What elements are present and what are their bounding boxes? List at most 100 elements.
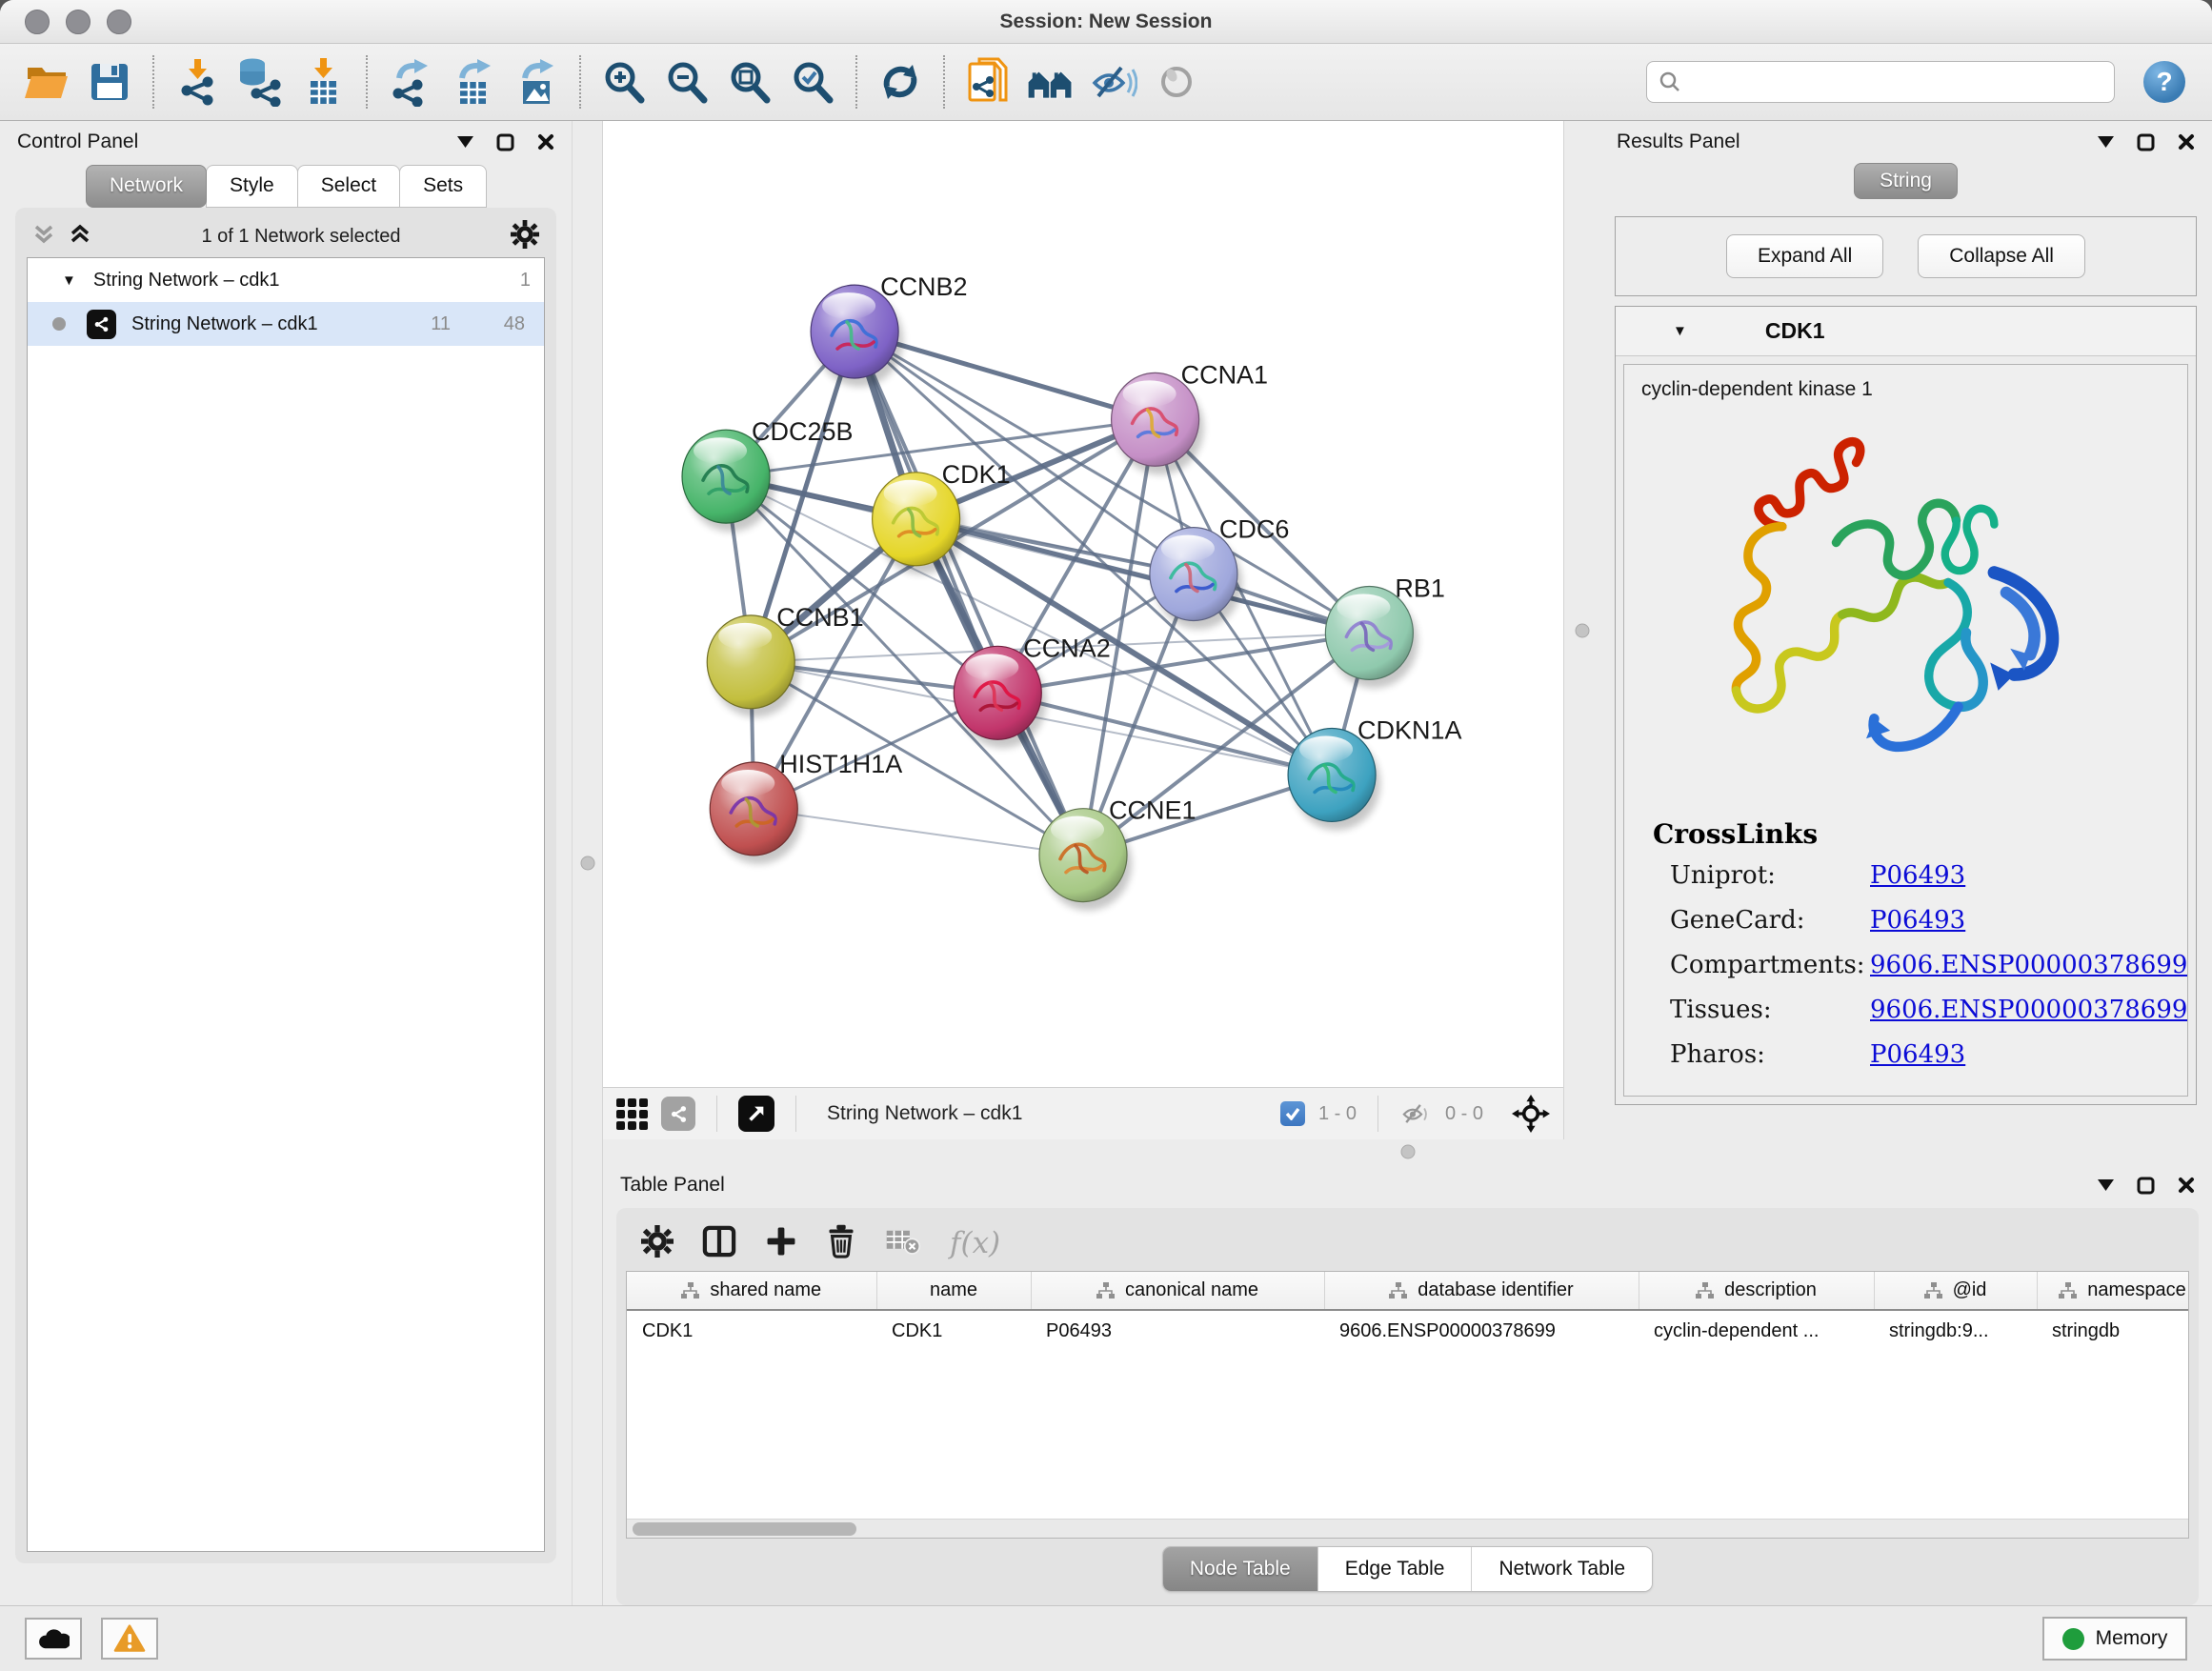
tab-sets[interactable]: Sets	[399, 165, 487, 208]
column-header-database-identifier[interactable]: database identifier	[1324, 1272, 1639, 1310]
tab-network-table[interactable]: Network Table	[1472, 1547, 1652, 1591]
birdseye-view-button[interactable]	[738, 1096, 774, 1132]
apply-layout-button[interactable]	[875, 54, 926, 110]
memory-button[interactable]: Memory	[2042, 1617, 2187, 1661]
tab-select[interactable]: Select	[297, 165, 400, 208]
network-row[interactable]: String Network – cdk1 11 48	[28, 302, 544, 346]
tab-string-results[interactable]: String	[1854, 163, 1958, 199]
help-button[interactable]: ?	[2143, 61, 2185, 103]
edge-CCNA2-CDKN1A[interactable]	[997, 693, 1332, 775]
table-row[interactable]: CDK1 CDK1 P06493 9606.ENSP00000378699 cy…	[627, 1310, 2189, 1352]
gene-section-header[interactable]: ▼ CDK1	[1616, 307, 2196, 356]
footer-separator	[716, 1096, 717, 1132]
collapse-all-button[interactable]: Collapse All	[1918, 234, 2085, 278]
pan-mode-button[interactable]	[1512, 1095, 1550, 1133]
save-session-button[interactable]	[84, 54, 135, 110]
hide-unhide-button[interactable]	[1088, 54, 1139, 110]
disclosure-triangle-icon[interactable]: ▼	[62, 272, 76, 289]
tab-style[interactable]: Style	[206, 165, 298, 208]
show-columns-button[interactable]	[702, 1225, 736, 1262]
zoom-out-button[interactable]	[661, 54, 713, 110]
column-header-namespace[interactable]: namespace	[2037, 1272, 2189, 1310]
open-session-button[interactable]	[21, 54, 72, 110]
zoom-fit-button[interactable]	[724, 54, 775, 110]
tab-node-table[interactable]: Node Table	[1163, 1547, 1318, 1591]
column-header-id[interactable]: @id	[1874, 1272, 2037, 1310]
search-field[interactable]	[1646, 61, 2115, 103]
tab-edge-table[interactable]: Edge Table	[1318, 1547, 1473, 1591]
table-horizontal-scrollbar[interactable]	[627, 1519, 2188, 1538]
current-network-indicator	[52, 317, 66, 331]
left-splitter[interactable]	[572, 121, 603, 1605]
column-header-name[interactable]: name	[876, 1272, 1031, 1310]
table-panel-close-button[interactable]	[2178, 1177, 2195, 1194]
zoom-in-button[interactable]	[598, 54, 650, 110]
network-view-title: String Network – cdk1	[827, 1102, 1267, 1125]
splitter-handle[interactable]	[1400, 1145, 1415, 1159]
edge-HIST1H1A-CCNE1[interactable]	[754, 809, 1083, 856]
column-header-shared-name[interactable]: shared name	[627, 1272, 876, 1310]
export-table-button[interactable]	[448, 54, 499, 110]
control-panel-close-button[interactable]	[537, 133, 554, 151]
results-panel-collapse-button[interactable]	[2098, 136, 2114, 148]
import-network-from-database-button[interactable]	[234, 54, 286, 110]
control-panel-tabs: Network Style Select Sets	[0, 163, 572, 208]
tissues-link[interactable]: 9606.ENSP00000378699	[1870, 996, 2187, 1024]
node-label-CCNB2: CCNB2	[880, 272, 967, 301]
control-panel-collapse-button[interactable]	[457, 136, 473, 148]
toolbar-separator	[855, 55, 857, 109]
zoom-selected-button[interactable]	[787, 54, 838, 110]
import-table-button[interactable]	[297, 54, 349, 110]
compartments-link[interactable]: 9606.ENSP00000378699	[1870, 951, 2187, 979]
results-panel-close-button[interactable]	[2178, 133, 2195, 151]
import-table-icon	[301, 57, 345, 107]
table-panel-float-button[interactable]	[2137, 1177, 2155, 1195]
network-view-toolbar: String Network – cdk1 1 - 0 0 - 0	[603, 1088, 1563, 1139]
network-options-gear-button[interactable]	[511, 220, 539, 253]
uniprot-link[interactable]: P06493	[1870, 861, 1965, 890]
add-column-button[interactable]	[765, 1225, 797, 1262]
expand-all-button[interactable]: Expand All	[1726, 234, 1883, 278]
pharos-link[interactable]: P06493	[1870, 1040, 1965, 1069]
table-panel-collapse-button[interactable]	[2098, 1179, 2114, 1191]
results-panel-float-button[interactable]	[2137, 133, 2155, 151]
column-type-icon	[1096, 1282, 1116, 1299]
collapse-all-networks-button[interactable]	[32, 224, 55, 250]
column-header-canonical-name[interactable]: canonical name	[1031, 1272, 1324, 1310]
table-options-gear-button[interactable]	[641, 1225, 674, 1262]
search-input[interactable]	[1691, 71, 2102, 93]
splitter-handle[interactable]	[1575, 623, 1589, 637]
string-protein-query-button[interactable]	[962, 54, 1014, 110]
minimize-window-button[interactable]	[66, 10, 90, 34]
export-image-button[interactable]	[511, 54, 562, 110]
warnings-button[interactable]	[101, 1618, 158, 1660]
table-panel-title: Table Panel	[620, 1174, 725, 1197]
right-splitter[interactable]	[1563, 121, 1599, 1139]
network-collection-row[interactable]: ▼ String Network – cdk1 1	[28, 258, 544, 302]
string-home-button[interactable]	[1025, 54, 1076, 110]
table-panel: Table Panel f(x)	[603, 1164, 2212, 1605]
network-canvas[interactable]: CCNB2CCNA1CDC25BCDK1CDC6RB1CCNB1CCNA2CDK…	[603, 121, 1563, 1088]
tab-network[interactable]: Network	[86, 165, 207, 208]
close-window-button[interactable]	[25, 10, 50, 34]
zoom-window-button[interactable]	[107, 10, 131, 34]
column-header-description[interactable]: description	[1639, 1272, 1874, 1310]
results-panel: Results Panel String Expand All Collapse…	[1599, 121, 2212, 1139]
network-overview-icon[interactable]	[661, 1097, 695, 1131]
genecard-link[interactable]: P06493	[1870, 906, 1965, 935]
node-label-CDKN1A: CDKN1A	[1357, 716, 1461, 745]
delete-column-button[interactable]	[826, 1224, 856, 1263]
show-graphics-button[interactable]	[1151, 54, 1202, 110]
expand-all-networks-button[interactable]	[69, 224, 91, 250]
show-grid-button[interactable]	[616, 1098, 648, 1130]
export-network-button[interactable]	[385, 54, 436, 110]
disclosure-triangle-icon[interactable]: ▼	[1673, 323, 1687, 339]
import-network-from-file-button[interactable]	[171, 54, 223, 110]
scrollbar-thumb[interactable]	[633, 1522, 856, 1536]
control-panel-float-button[interactable]	[496, 133, 514, 151]
node-label-RB1: RB1	[1395, 574, 1444, 602]
refresh-icon	[878, 60, 922, 104]
cloud-status-button[interactable]	[25, 1618, 82, 1660]
splitter-handle[interactable]	[580, 856, 594, 871]
horizontal-splitter[interactable]	[603, 1139, 2212, 1164]
